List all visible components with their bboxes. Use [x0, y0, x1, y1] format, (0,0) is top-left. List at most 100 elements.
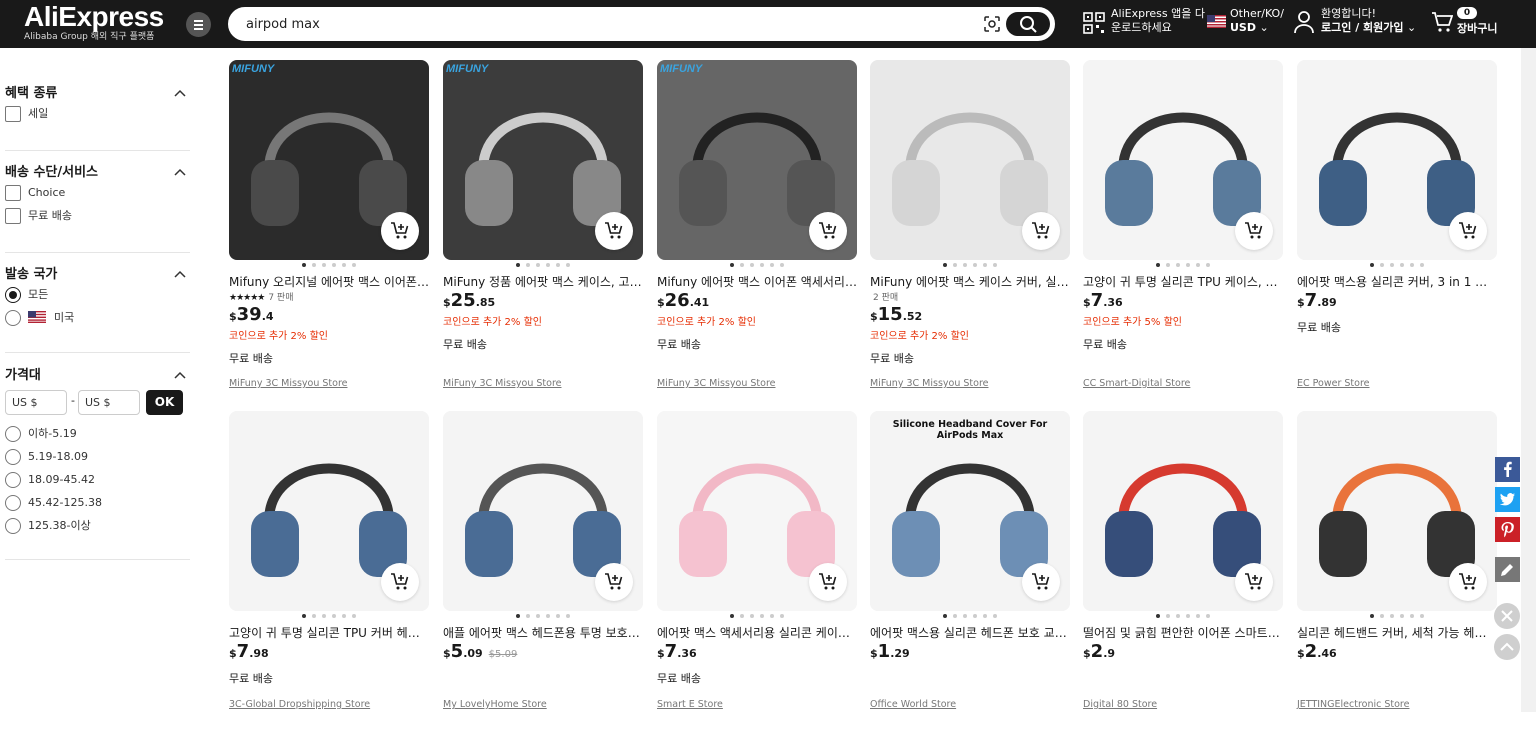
filter-title[interactable]: 혜택 종류	[5, 84, 190, 104]
categories-menu-button[interactable]	[186, 12, 211, 37]
radio[interactable]	[5, 472, 21, 488]
product-image[interactable]	[1297, 411, 1497, 611]
image-carousel-dots[interactable]	[443, 614, 643, 618]
product-image[interactable]: MIFUNY	[229, 60, 429, 260]
add-to-cart-button[interactable]	[1022, 563, 1060, 601]
add-to-cart-button[interactable]	[1449, 563, 1487, 601]
add-to-cart-button[interactable]	[381, 563, 419, 601]
product-card[interactable]: MIFUNY Mifuny 에어팟 맥스 이어폰 액세서리, 헤드밴드$26.41…	[657, 60, 857, 389]
filter-option-us[interactable]: 미국	[5, 308, 190, 331]
store-link[interactable]: CC Smart-Digital Store	[1083, 378, 1190, 390]
radio[interactable]	[5, 310, 21, 326]
product-title[interactable]: 에어팟 맥스용 실리콘 커버, 3 in 1 이어폰 케이스	[1297, 274, 1497, 290]
price-min-input[interactable]: US $	[5, 390, 67, 415]
image-carousel-dots[interactable]	[657, 614, 857, 618]
product-card[interactable]: 떨어짐 및 긁힘 편안한 이어폰 스마트 케이스 $2.9 Digital 80 S…	[1083, 411, 1283, 731]
add-to-cart-button[interactable]	[595, 563, 633, 601]
aliexpress-logo[interactable]: AliExpress Alibaba Group 해외 직구 플랫폼	[24, 2, 164, 43]
image-carousel-dots[interactable]	[1083, 614, 1283, 618]
price-max-input[interactable]: US $	[78, 390, 140, 415]
product-image[interactable]	[1297, 60, 1497, 260]
filter-title[interactable]: 배송 수단/서비스	[5, 163, 190, 183]
product-title[interactable]: 실리콘 헤드밴드 커버, 세척 가능 헤드폰 보호	[1297, 625, 1497, 641]
checkbox[interactable]	[5, 185, 21, 201]
image-carousel-dots[interactable]	[1297, 614, 1497, 618]
product-title[interactable]: MiFuny 에어팟 맥스 케이스 커버, 실버 나비	[870, 274, 1070, 290]
product-image[interactable]	[657, 411, 857, 611]
product-card[interactable]: Silicone Headband Cover For AirPods Max 에…	[870, 411, 1070, 731]
product-title[interactable]: Mifuny 오리지널 에어팟 맥스 이어폰 케이스	[229, 274, 429, 290]
filter-option-all[interactable]: 모든	[5, 285, 190, 308]
product-image[interactable]: Silicone Headband Cover For AirPods Max	[870, 411, 1070, 611]
add-to-cart-button[interactable]	[809, 563, 847, 601]
filter-option-sale[interactable]: 세일	[5, 104, 190, 127]
edit-share-button[interactable]	[1495, 557, 1520, 582]
product-title[interactable]: MiFuny 정품 에어팟 맥스 케이스, 고급 커버	[443, 274, 643, 290]
store-link[interactable]: MiFuny 3C Missyou Store	[657, 378, 775, 390]
filter-title[interactable]: 발송 국가	[5, 265, 190, 285]
store-link[interactable]: MiFuny 3C Missyou Store	[443, 378, 561, 390]
product-title[interactable]: 떨어짐 및 긁힘 편안한 이어폰 스마트 케이스	[1083, 625, 1283, 641]
product-card[interactable]: 에어팟 맥스 액세서리용 실리콘 케이스 세트 $7.36 무료 배송 Smart E…	[657, 411, 857, 731]
product-card[interactable]: 고양이 귀 투명 실리콘 TPU 케이스, 에어팟 맥스$7.36 코인으로 추가…	[1083, 60, 1283, 389]
product-card[interactable]: 고양이 귀 투명 실리콘 TPU 커버 헤드폰 케이스$7.98 무료 배송 3C-…	[229, 411, 429, 731]
product-title[interactable]: 고양이 귀 투명 실리콘 TPU 케이스, 에어팟 맥스	[1083, 274, 1283, 290]
image-carousel-dots[interactable]	[229, 614, 429, 618]
product-title[interactable]: Mifuny 에어팟 맥스 이어폰 액세서리, 헤드밴드	[657, 274, 857, 290]
price-range-option[interactable]: 125.38-이상	[5, 516, 190, 539]
add-to-cart-button[interactable]	[1235, 212, 1273, 250]
filter-option-free-shipping[interactable]: 무료 배송	[5, 206, 190, 229]
pinterest-share-button[interactable]	[1495, 517, 1520, 542]
store-link[interactable]: 3C-Global Dropshipping Store	[229, 699, 370, 711]
product-image[interactable]: MIFUNY	[657, 60, 857, 260]
twitter-share-button[interactable]	[1495, 487, 1520, 512]
add-to-cart-button[interactable]	[1449, 212, 1487, 250]
product-image[interactable]	[443, 411, 643, 611]
store-link[interactable]: Digital 80 Store	[1083, 699, 1157, 711]
store-link[interactable]: Smart E Store	[657, 699, 723, 711]
radio[interactable]	[5, 287, 21, 303]
image-carousel-dots[interactable]	[657, 263, 857, 267]
page-scrollbar[interactable]	[1521, 48, 1536, 712]
product-image[interactable]	[870, 60, 1070, 260]
add-to-cart-button[interactable]	[595, 212, 633, 250]
product-card[interactable]: MIFUNY MiFuny 정품 에어팟 맥스 케이스, 고급 커버$25.85 코…	[443, 60, 643, 389]
add-to-cart-button[interactable]	[1235, 563, 1273, 601]
image-carousel-dots[interactable]	[870, 614, 1070, 618]
product-card[interactable]: MiFuny 에어팟 맥스 케이스 커버, 실버 나비 2 판매$15.52 코인으…	[870, 60, 1070, 389]
add-to-cart-button[interactable]	[381, 212, 419, 250]
checkbox[interactable]	[5, 106, 21, 122]
filter-title[interactable]: 가격대	[5, 366, 190, 386]
product-image[interactable]	[1083, 411, 1283, 611]
qr-code-icon[interactable]	[1083, 12, 1105, 34]
image-carousel-dots[interactable]	[870, 263, 1070, 267]
product-card[interactable]: 에어팟 맥스용 실리콘 커버, 3 in 1 이어폰 케이스$7.89 무료 배송…	[1297, 60, 1497, 389]
product-title[interactable]: 에어팟 맥스 액세서리용 실리콘 케이스 세트	[657, 625, 857, 641]
price-range-option[interactable]: 이하-5.19	[5, 424, 190, 447]
product-image[interactable]: MIFUNY	[443, 60, 643, 260]
product-title[interactable]: 애플 에어팟 맥스 헤드폰용 투명 보호 케이스	[443, 625, 643, 641]
product-card[interactable]: 실리콘 헤드밴드 커버, 세척 가능 헤드폰 보호$2.46 JETTINGEle…	[1297, 411, 1497, 731]
close-share-button[interactable]	[1494, 603, 1520, 629]
store-link[interactable]: MiFuny 3C Missyou Store	[229, 378, 347, 390]
store-link[interactable]: EC Power Store	[1297, 378, 1370, 390]
product-title[interactable]: 고양이 귀 투명 실리콘 TPU 커버 헤드폰 케이스	[229, 625, 429, 641]
add-to-cart-button[interactable]	[1022, 212, 1060, 250]
cart-label[interactable]: 장바구니	[1457, 22, 1497, 36]
radio[interactable]	[5, 426, 21, 442]
back-to-top-button[interactable]	[1494, 634, 1520, 660]
cart-icon[interactable]	[1431, 11, 1453, 33]
search-button[interactable]	[1006, 12, 1050, 36]
radio[interactable]	[5, 518, 21, 534]
product-card[interactable]: MIFUNY Mifuny 오리지널 에어팟 맥스 이어폰 케이스 ★★★★★7 판…	[229, 60, 429, 389]
checkbox[interactable]	[5, 208, 21, 224]
product-card[interactable]: 애플 에어팟 맥스 헤드폰용 투명 보호 케이스 $5.09 $5.09 My Lov…	[443, 411, 643, 731]
app-download-link[interactable]: AliExpress 앱을 다 운로드하세요	[1111, 7, 1205, 35]
chevron-up-icon[interactable]	[174, 270, 186, 278]
image-carousel-dots[interactable]	[1083, 263, 1283, 267]
store-link[interactable]: My LovelyHome Store	[443, 699, 547, 711]
user-icon[interactable]	[1294, 10, 1314, 34]
store-link[interactable]: Office World Store	[870, 699, 956, 711]
region-currency-selector[interactable]: Other/KO/ USD ⌄	[1230, 7, 1284, 35]
chevron-up-icon[interactable]	[174, 89, 186, 97]
